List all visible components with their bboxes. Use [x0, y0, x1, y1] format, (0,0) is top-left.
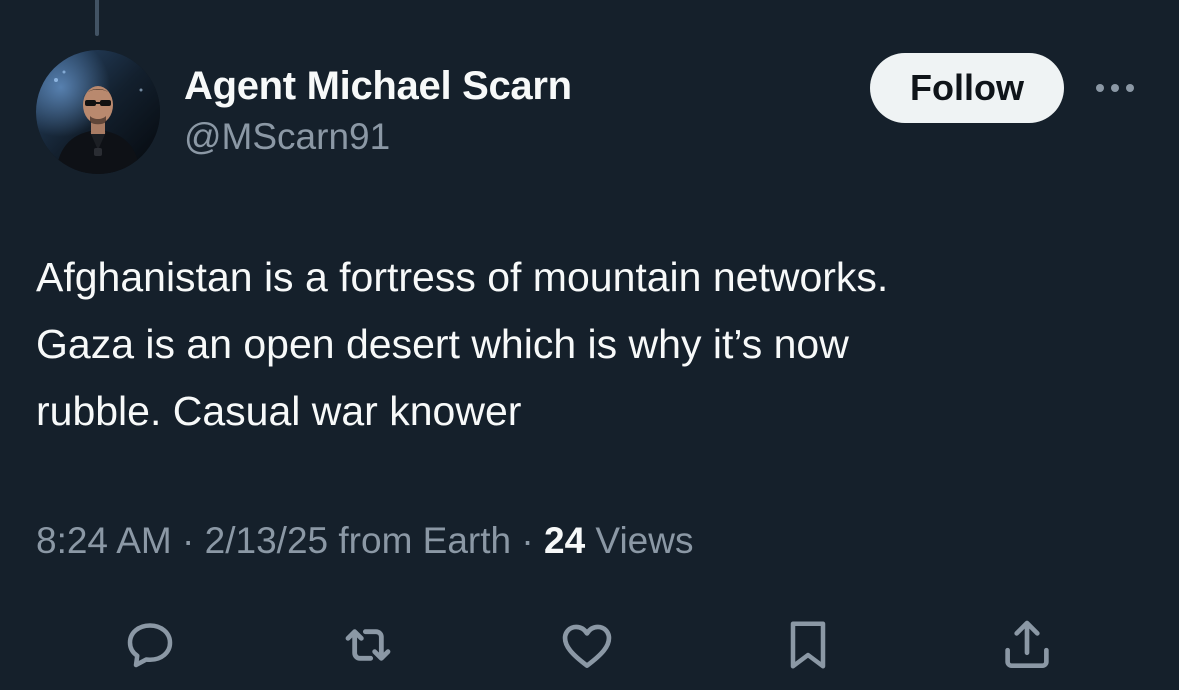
meta-separator: ·	[171, 520, 205, 561]
tweet-text-line: Afghanistan is a fortress of mountain ne…	[36, 254, 889, 300]
views-count: 24	[544, 520, 586, 561]
thread-connector-line	[95, 0, 99, 36]
avatar-photo	[36, 50, 160, 174]
bookmark-icon	[790, 621, 826, 669]
share-button[interactable]	[995, 613, 1059, 677]
author-display-name[interactable]: Agent Michael Scarn	[184, 64, 572, 109]
avatar[interactable]	[36, 50, 160, 174]
tweet-time[interactable]: 8:24 AM	[36, 520, 172, 561]
tweet-text-line: rubble. Casual war knower	[36, 388, 522, 434]
repost-arrows-icon	[345, 629, 391, 661]
speech-bubble-icon	[127, 623, 173, 668]
tweet-metadata: 8:24 AM · 2/13/25 from Earth · 24 Views	[36, 520, 693, 562]
tweet-date[interactable]: 2/13/25	[205, 520, 328, 561]
views-label: Views	[585, 520, 694, 561]
tweet-location: from Earth	[328, 520, 512, 561]
heart-icon	[562, 624, 612, 668]
repost-button[interactable]	[336, 613, 400, 677]
share-upload-icon	[1005, 620, 1049, 668]
reply-button[interactable]	[118, 613, 182, 677]
tweet-text-line: Gaza is an open desert which is why it’s…	[36, 321, 849, 367]
follow-button[interactable]: Follow	[870, 53, 1064, 123]
bookmark-button[interactable]	[776, 613, 840, 677]
like-button[interactable]	[555, 613, 619, 677]
more-options-icon[interactable]	[1090, 78, 1140, 98]
tweet-action-bar	[0, 605, 1179, 685]
meta-separator: ·	[511, 520, 544, 561]
tweet-text: Afghanistan is a fortress of mountain ne…	[36, 244, 1136, 445]
author-handle[interactable]: @MScarn91	[184, 116, 390, 158]
